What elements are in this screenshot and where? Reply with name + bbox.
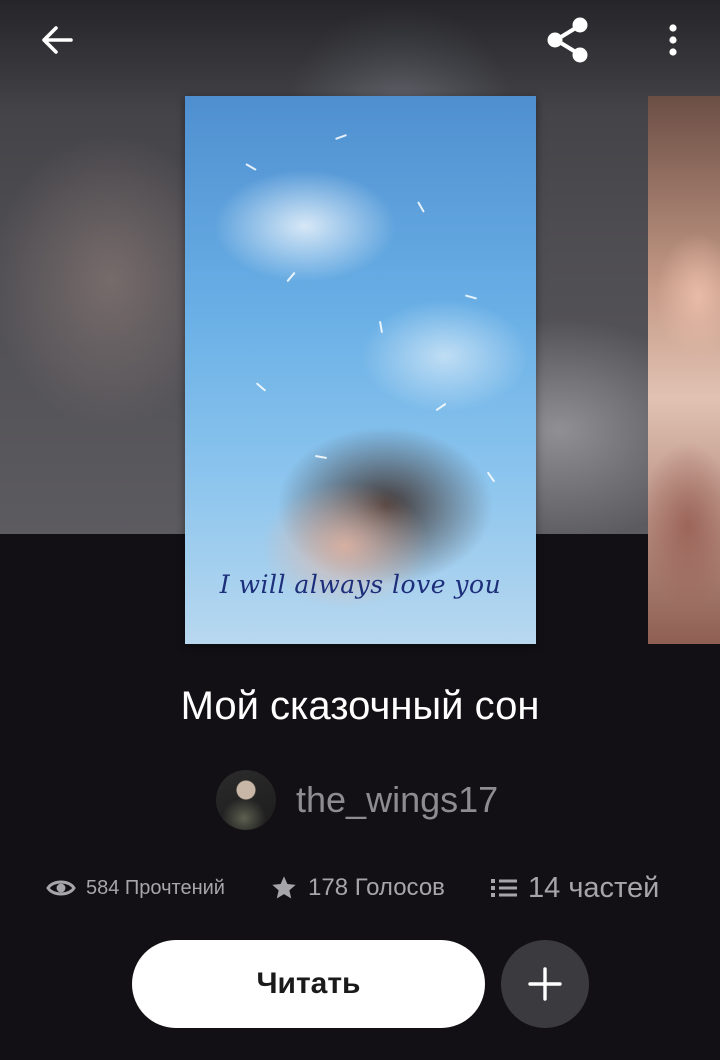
votes-count: 178 Голосов: [308, 874, 445, 901]
votes-stat: 178 Голосов: [270, 866, 445, 910]
author-avatar[interactable]: [216, 770, 276, 830]
author-name[interactable]: the_wings17: [296, 779, 498, 821]
author-link[interactable]: the_wings17: [216, 770, 498, 830]
next-story-cover[interactable]: [648, 96, 720, 644]
story-cover[interactable]: I will always love you: [185, 96, 536, 644]
list-icon: [491, 879, 517, 897]
cover-decoration: [314, 454, 328, 460]
cover-decoration: [464, 294, 478, 300]
cover-decoration: [245, 163, 257, 171]
reads-count: 584 Прочтений: [86, 876, 225, 899]
cover-decoration: [378, 320, 384, 334]
cover-decoration: [286, 271, 296, 283]
eye-icon: [46, 880, 76, 896]
back-button[interactable]: [29, 12, 85, 68]
top-app-bar: [0, 0, 720, 80]
star-icon: [272, 876, 296, 899]
cover-decoration: [417, 201, 425, 213]
reads-stat: 584 Прочтений: [46, 866, 225, 910]
story-title: Мой сказочный сон: [180, 684, 540, 728]
parts-count[interactable]: 14 частей: [528, 872, 659, 905]
cover-decoration: [435, 402, 447, 412]
share-icon: [547, 17, 588, 63]
story-stats: 584 Прочтений 178 Голосов 14 частей: [46, 866, 686, 910]
add-to-library-button[interactable]: [501, 940, 589, 1028]
parts-stat[interactable]: 14 частей: [490, 866, 659, 910]
cover-decoration: [255, 382, 267, 392]
story-details-screen: I will always love you Мой сказочный сон…: [0, 0, 720, 1060]
cover-decoration: [486, 471, 496, 483]
cover-caption: I will always love you: [219, 570, 502, 599]
share-button[interactable]: [540, 12, 596, 68]
arrow-left-icon: [42, 26, 73, 54]
more-vertical-icon: [669, 24, 677, 56]
plus-icon: [528, 967, 562, 1001]
more-options-button[interactable]: [645, 12, 701, 68]
read-button[interactable]: Читать: [132, 940, 485, 1028]
cover-decoration: [335, 134, 347, 140]
